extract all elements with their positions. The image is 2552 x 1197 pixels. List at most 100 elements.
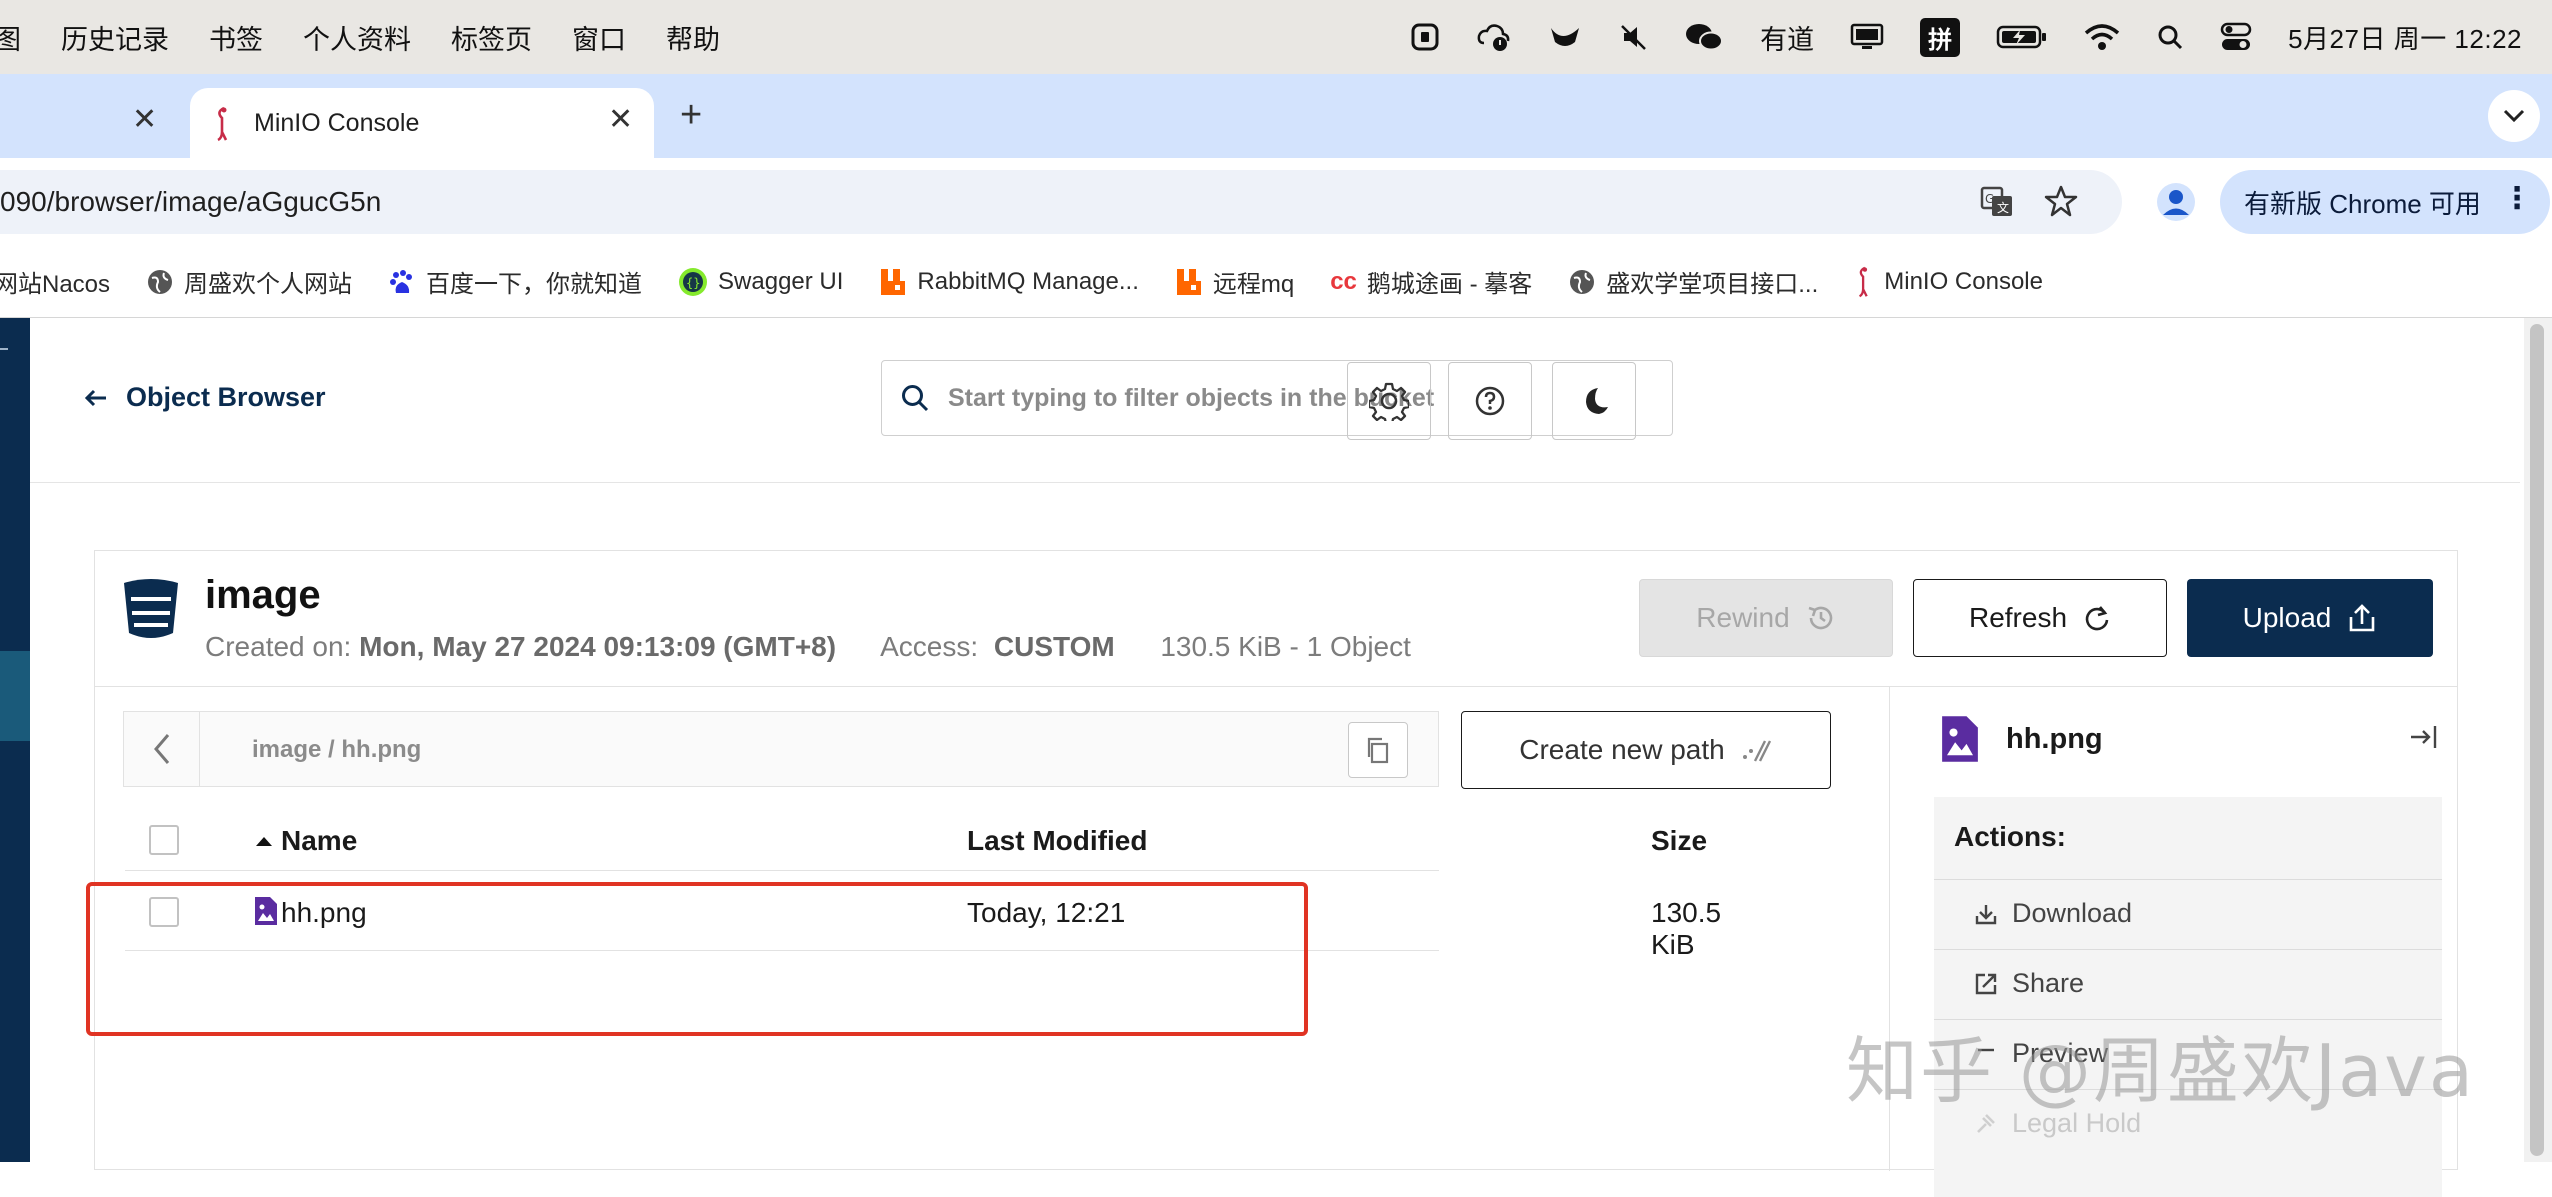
menu-item-bookmarks[interactable]: 书签 — [189, 18, 283, 57]
column-header-last-modified[interactable]: Last Modified — [967, 825, 1147, 857]
column-header-size[interactable]: Size — [1651, 825, 1707, 857]
sidebar-item-selected[interactable] — [0, 651, 30, 741]
settings-button[interactable] — [1347, 362, 1431, 440]
more-vertical-icon[interactable]: ⋮ — [2502, 184, 2532, 214]
bookmark-label: RabbitMQ Manage... — [917, 267, 1139, 295]
refresh-button[interactable]: Refresh — [1913, 579, 2167, 657]
upload-label: Upload — [2242, 602, 2332, 633]
back-to-object-browser[interactable]: Object Browser — [84, 382, 326, 413]
download-icon — [1975, 904, 1997, 924]
rabbitmq-icon — [879, 267, 907, 297]
page-scrollbar[interactable] — [2524, 318, 2552, 1162]
address-bar[interactable]: 090/browser/image/aGgucG5n G文 — [0, 170, 2122, 234]
collapse-panel-icon[interactable] — [2408, 723, 2438, 751]
battery-icon[interactable] — [1996, 24, 2048, 50]
chrome-update-chip[interactable]: 有新版 Chrome 可用 ⋮ — [2220, 170, 2550, 234]
column-header-name[interactable]: Name — [281, 825, 357, 857]
watermark: 知乎 @周盛欢Java — [1846, 1029, 2475, 1113]
actions-title: Actions: — [1954, 821, 2066, 852]
share-action[interactable]: Share — [1934, 949, 2442, 1017]
bookmark-label: 鹅城途画 - 摹客 — [1366, 271, 1533, 298]
upload-icon — [2350, 604, 2375, 632]
menu-item-history[interactable]: 历史记录 — [41, 18, 189, 57]
menu-item-window[interactable]: 窗口 — [552, 18, 646, 57]
bucket-name: image — [205, 573, 321, 617]
browser-tab-minio-console[interactable]: MinIO Console ✕ — [190, 88, 654, 158]
bookmark-rabbitmq[interactable]: RabbitMQ Manage... — [879, 267, 1139, 297]
cloud-sync-icon[interactable] — [1476, 21, 1512, 53]
bookmark-remote-mq[interactable]: 远程mq — [1175, 264, 1294, 299]
bookmark-label: 百度一下，你就知道 — [426, 271, 643, 298]
new-tab-icon[interactable]: + — [680, 94, 702, 137]
control-center-icon[interactable] — [2220, 22, 2252, 52]
help-button[interactable] — [1448, 362, 1532, 440]
bucket-meta: Created on: Mon, May 27 2024 09:13:09 (G… — [205, 631, 1411, 663]
display-icon[interactable] — [1850, 22, 1884, 52]
bookmark-mockplus[interactable]: cc 鹅城途画 - 摹客 — [1330, 264, 1532, 299]
wechat-icon[interactable] — [1684, 21, 1724, 53]
created-value: Mon, May 27 2024 09:13:09 (GMT+8) — [359, 631, 837, 662]
page-header: Object Browser Start typing to filter ob… — [30, 318, 2520, 483]
menu-item-view[interactable]: 图 — [0, 18, 41, 57]
stop-icon[interactable] — [1410, 22, 1440, 52]
bookmark-swagger[interactable]: {} Swagger UI — [678, 267, 843, 297]
object-list-header: Name Last Modified Size — [125, 811, 1707, 871]
update-label: 有新版 Chrome 可用 — [2244, 188, 2481, 219]
menu-bar-clock[interactable]: 5月27日 周一 12:22 — [2288, 19, 2522, 56]
bookmark-label: 网站Nacos — [0, 271, 111, 298]
bucket-usage: 130.5 KiB - 1 Object — [1160, 631, 1411, 662]
bookmark-star-icon[interactable] — [2044, 184, 2078, 218]
details-filename: hh.png — [2006, 723, 2103, 755]
download-label: Download — [2012, 898, 2133, 928]
mute-icon[interactable] — [1618, 22, 1648, 52]
copy-icon — [1367, 737, 1389, 764]
close-tab-icon[interactable]: ✕ — [608, 102, 633, 137]
rewind-label: Rewind — [1696, 602, 1790, 633]
bucket-icon — [121, 577, 181, 641]
breadcrumb-path[interactable]: image / hh.png — [252, 736, 421, 764]
wifi-icon[interactable] — [2084, 23, 2120, 51]
browser-toolbar: 090/browser/image/aGgucG5n G文 有新版 Chrome… — [0, 158, 2552, 246]
bookmark-api-docs[interactable]: 盛欢学堂项目接口... — [1568, 264, 1818, 299]
spotlight-search-icon[interactable] — [2156, 23, 2184, 51]
bookmark-minio[interactable]: MinIO Console — [1854, 266, 2043, 298]
create-new-path-button[interactable]: Create new path — [1461, 711, 1831, 789]
menu-item-help[interactable]: 帮助 — [646, 18, 740, 57]
profile-avatar-icon[interactable] — [2156, 182, 2196, 222]
download-action[interactable]: Download — [1934, 879, 2442, 947]
access-value[interactable]: CUSTOM — [994, 631, 1115, 662]
menu-item-profiles[interactable]: 个人资料 — [283, 18, 431, 57]
select-all-checkbox[interactable] — [149, 825, 179, 855]
svg-text:G: G — [1985, 192, 1994, 206]
bookmark-baidu[interactable]: 百度一下，你就知道 — [388, 264, 642, 299]
breadcrumb-back-button[interactable] — [124, 712, 200, 786]
bookmark-label: 周盛欢个人网站 — [184, 271, 353, 298]
app-bird-icon[interactable] — [1548, 22, 1582, 52]
bookmark-personal-site[interactable]: 周盛欢个人网站 — [146, 264, 352, 299]
bookmark-label: 盛欢学堂项目接口... — [1606, 271, 1819, 298]
menu-item-tabs[interactable]: 标签页 — [431, 18, 552, 57]
upload-button[interactable]: Upload — [2187, 579, 2433, 657]
bookmark-label: 远程mq — [1212, 271, 1295, 298]
minio-flamingo-icon — [212, 106, 234, 142]
mockplus-icon: cc — [1330, 267, 1357, 295]
new-path-icon — [1742, 740, 1771, 762]
image-file-icon — [1938, 713, 1982, 765]
tab-search-button[interactable] — [2488, 90, 2540, 142]
close-tab-icon[interactable]: ✕ — [132, 102, 157, 137]
youdao-status[interactable]: 有道 — [1760, 18, 1814, 57]
baidu-paw-icon — [388, 268, 416, 296]
bookmark-nacos[interactable]: 网站Nacos — [0, 264, 110, 299]
dark-mode-toggle[interactable] — [1552, 362, 1636, 440]
sort-ascending-icon[interactable] — [255, 835, 273, 847]
globe-icon — [146, 268, 174, 296]
scrollbar-thumb[interactable] — [2530, 324, 2544, 1156]
input-method-indicator[interactable]: 拼 — [1920, 17, 1961, 57]
annotation-highlight-box — [86, 882, 1308, 1036]
url-text[interactable]: 090/browser/image/aGgucG5n — [0, 186, 381, 218]
browser-tab-previous[interactable]: ✕ — [0, 88, 170, 158]
rewind-button[interactable]: Rewind — [1639, 579, 1893, 657]
copy-path-button[interactable] — [1348, 722, 1408, 778]
translate-icon[interactable]: G文 — [1980, 186, 2014, 218]
minio-flamingo-icon — [1854, 266, 1874, 298]
